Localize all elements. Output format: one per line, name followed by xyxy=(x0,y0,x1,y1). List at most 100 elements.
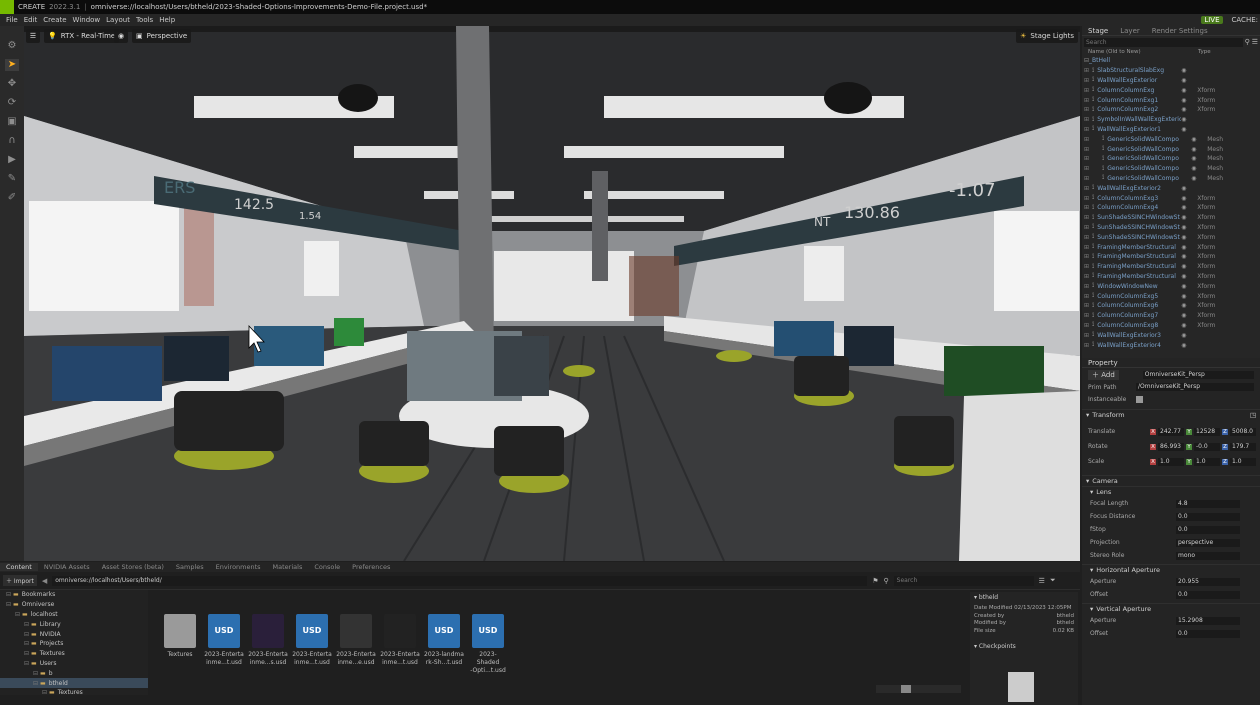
stage-row[interactable]: ⊞ ⟟ WindowWindowNew ◉ Xform xyxy=(1084,281,1260,291)
content-tab[interactable]: Environments xyxy=(210,563,267,571)
cache-status[interactable]: CACHE: xyxy=(1232,16,1259,24)
tab-render-settings[interactable]: Render Settings xyxy=(1146,27,1214,35)
stage-row[interactable]: ⊞ ⟟ GenericSolidWallCompo ◉ Mesh xyxy=(1084,134,1260,144)
prim-name-field[interactable]: OmniverseKit_Persp xyxy=(1142,370,1254,379)
move-tool-icon[interactable]: ✥ xyxy=(5,78,19,90)
visibility-eye-icon[interactable]: ◉ xyxy=(1181,195,1189,202)
translate-x-field[interactable]: 242.77 xyxy=(1158,427,1184,436)
options-icon[interactable]: ☰ xyxy=(1252,38,1258,46)
stage-row[interactable]: ⊞ ⟟ SunShadeSSINCHWindowSt ◉ Xform xyxy=(1084,232,1260,242)
stage-row[interactable]: ⊞ ⟟ GenericSolidWallCompo ◉ Mesh xyxy=(1084,144,1260,154)
stage-row[interactable]: ⊞ ⟟ FramingMemberStructural ◉ Xform xyxy=(1084,252,1260,262)
tab-property[interactable]: Property xyxy=(1082,359,1124,367)
scale-z-field[interactable]: 1.0 xyxy=(1230,457,1256,466)
asset-item[interactable]: 2023-Enterta inme...t.usd xyxy=(380,614,420,667)
visibility-eye-icon[interactable]: ◉ xyxy=(1181,322,1189,329)
stage-row[interactable]: ⊞ ⟟ ColumnColumnExg6 ◉ Xform xyxy=(1084,301,1260,311)
rotate-y-field[interactable]: -0.0 xyxy=(1194,442,1220,451)
visibility-eye-icon[interactable]: ◉ xyxy=(1181,77,1189,84)
menu-tools[interactable]: Tools xyxy=(136,16,153,24)
visibility-eye-icon[interactable]: ◉ xyxy=(1181,97,1189,104)
stage-row[interactable]: ⊞ ⟟ WallWallExgExterior2 ◉ xyxy=(1084,183,1260,193)
tab-layer[interactable]: Layer xyxy=(1114,27,1146,35)
stage-row[interactable]: ⊞ ⟟ ColumnColumnExg5 ◉ Xform xyxy=(1084,291,1260,301)
transform-section[interactable]: ▾ Transform ◳ xyxy=(1082,409,1260,420)
add-button[interactable]: ＋ Add xyxy=(1088,369,1119,380)
path-field[interactable]: omniverse://localhost/Users/btheld/ xyxy=(52,575,868,586)
visibility-eye-icon[interactable]: ◉ xyxy=(1181,234,1189,241)
bookmark-icon[interactable]: ⚑ xyxy=(872,577,878,585)
brush-tool-icon[interactable]: ✐ xyxy=(5,192,19,204)
live-badge[interactable]: LIVE xyxy=(1201,16,1223,24)
transform-options-icon[interactable]: ◳ xyxy=(1250,411,1256,419)
content-tab[interactable]: Asset Stores (beta) xyxy=(96,563,170,571)
menu-layout[interactable]: Layout xyxy=(106,16,130,24)
checkpoints-section[interactable]: ▾ Checkpoints xyxy=(970,637,1078,656)
visibility-eye-icon[interactable]: ◉ xyxy=(1181,273,1189,280)
zoom-slider[interactable] xyxy=(876,685,961,693)
stage-row[interactable]: ⊞ ⟟ GenericSolidWallCompo ◉ Mesh xyxy=(1084,164,1260,174)
menu-help[interactable]: Help xyxy=(159,16,175,24)
horizontal-aperture-section[interactable]: ▾ Horizontal Aperture xyxy=(1082,564,1260,575)
stage-row[interactable]: ⊞ ⟟ ColumnColumnExg3 ◉ Xform xyxy=(1084,193,1260,203)
rotate-z-field[interactable]: 179.7 xyxy=(1230,442,1256,451)
col-name-header[interactable]: Name (Old to New) xyxy=(1088,49,1198,55)
folder-tree-item[interactable]: ⊟ ▬ Bookmarks xyxy=(0,590,148,600)
visibility-eye-icon[interactable]: ◉ xyxy=(1181,116,1189,123)
asset-item[interactable]: USD 2023-Shaded -Opti...t.usd xyxy=(468,614,508,675)
prim-path-field[interactable]: /OmniverseKit_Persp xyxy=(1136,383,1254,391)
folder-tree-item[interactable]: ⊟ ▬ Projects xyxy=(0,639,148,649)
asset-item[interactable]: 2023-Enterta inme...e.usd xyxy=(336,614,376,667)
visibility-eye-icon[interactable]: ◉ xyxy=(1191,155,1199,162)
asset-item[interactable]: USD 2023-Enterta inme...t.usd xyxy=(292,614,332,667)
menu-edit[interactable]: Edit xyxy=(24,16,38,24)
visibility-eye-icon[interactable]: ◉ xyxy=(1181,312,1189,319)
menu-create[interactable]: Create xyxy=(43,16,66,24)
instanceable-checkbox[interactable] xyxy=(1136,395,1143,403)
back-arrow-icon[interactable]: ◀ xyxy=(42,577,47,585)
viewport[interactable]: ERS 142.5 1.54 NT 130.86 -1.07 ☰ 💡 RTX -… xyxy=(24,26,1080,561)
scale-y-field[interactable]: 1.0 xyxy=(1194,457,1220,466)
stage-row[interactable]: ⊞ ⟟ FramingMemberStructural ◉ Xform xyxy=(1084,242,1260,252)
visibility-eye-icon[interactable]: ◉ xyxy=(1181,244,1189,251)
snap-tool-icon[interactable]: ∩ xyxy=(5,135,19,147)
stage-row[interactable]: ⊞ ⟟ SlabStructuralSlabExg ◉ xyxy=(1084,66,1260,76)
folder-tree-item[interactable]: ⊟ ▬ Library xyxy=(0,619,148,629)
filter-funnel-icon[interactable]: ⏷ xyxy=(1050,576,1056,585)
stage-row[interactable]: ⊞ ⟟ ColumnColumnExg7 ◉ Xform xyxy=(1084,311,1260,321)
visibility-eye-icon[interactable]: ◉ xyxy=(1181,126,1189,133)
rotate-tool-icon[interactable]: ⟳ xyxy=(5,97,19,109)
visibility-eye-icon[interactable]: ◉ xyxy=(1181,263,1189,270)
visibility-eye-icon[interactable]: ◉ xyxy=(1191,175,1199,182)
content-search-input[interactable]: Search xyxy=(893,575,1034,586)
stage-row[interactable]: ⊞ ⟟ SunShadeSSINCHWindowSt ◉ Xform xyxy=(1084,223,1260,233)
stage-row[interactable]: ⊞ ⟟ GenericSolidWallCompo ◉ Mesh xyxy=(1084,174,1260,184)
stage-row[interactable]: ⊞ ⟟ ColumnColumnExg2 ◉ Xform xyxy=(1084,105,1260,115)
eye-icon[interactable]: ◉ xyxy=(114,29,128,43)
visibility-eye-icon[interactable]: ◉ xyxy=(1181,106,1189,113)
scale-x-field[interactable]: 1.0 xyxy=(1158,457,1184,466)
viewport-settings-icon[interactable]: ⚙ xyxy=(5,40,19,52)
visibility-eye-icon[interactable]: ◉ xyxy=(1181,224,1189,231)
translate-y-field[interactable]: 12528 xyxy=(1194,427,1220,436)
stage-row[interactable]: ⊞ ⟟ FramingMemberStructural ◉ Xform xyxy=(1084,272,1260,282)
folder-tree-item[interactable]: ⊟ ▬ Users xyxy=(0,659,148,669)
visibility-eye-icon[interactable]: ◉ xyxy=(1181,302,1189,309)
content-tab[interactable]: Materials xyxy=(267,563,309,571)
col-type-header[interactable]: Type xyxy=(1198,49,1211,55)
camera-selector[interactable]: ▣ Perspective xyxy=(132,29,192,43)
stage-row[interactable]: ⊞ ⟟ ColumnColumnExg1 ◉ Xform xyxy=(1084,95,1260,105)
stage-row[interactable]: ⊞ ⟟ WallWallExgExterior1 ◉ xyxy=(1084,125,1260,135)
filter-icon[interactable]: ⚲ xyxy=(1245,38,1250,46)
vertical-aperture-section[interactable]: ▾ Vertical Aperture xyxy=(1082,603,1260,614)
folder-tree-item[interactable]: ⊟ ▬ localhost xyxy=(0,610,148,620)
visibility-eye-icon[interactable]: ◉ xyxy=(1181,185,1189,192)
stage-row[interactable]: ⊞ ⟟ ColumnColumnExg4 ◉ Xform xyxy=(1084,203,1260,213)
camera-section[interactable]: ▾ Camera xyxy=(1082,475,1260,486)
stage-row[interactable]: ⊞ ⟟ WallWallExgExterior3 ◉ xyxy=(1084,330,1260,340)
folder-tree-item[interactable]: ⊟ ▬ btheld xyxy=(0,678,148,688)
asset-item[interactable]: USD 2023-Enterta inme...t.usd xyxy=(204,614,244,667)
lens-section[interactable]: ▾ Lens xyxy=(1082,486,1260,497)
visibility-eye-icon[interactable]: ◉ xyxy=(1181,214,1189,221)
scale-tool-icon[interactable]: ▣ xyxy=(5,116,19,128)
